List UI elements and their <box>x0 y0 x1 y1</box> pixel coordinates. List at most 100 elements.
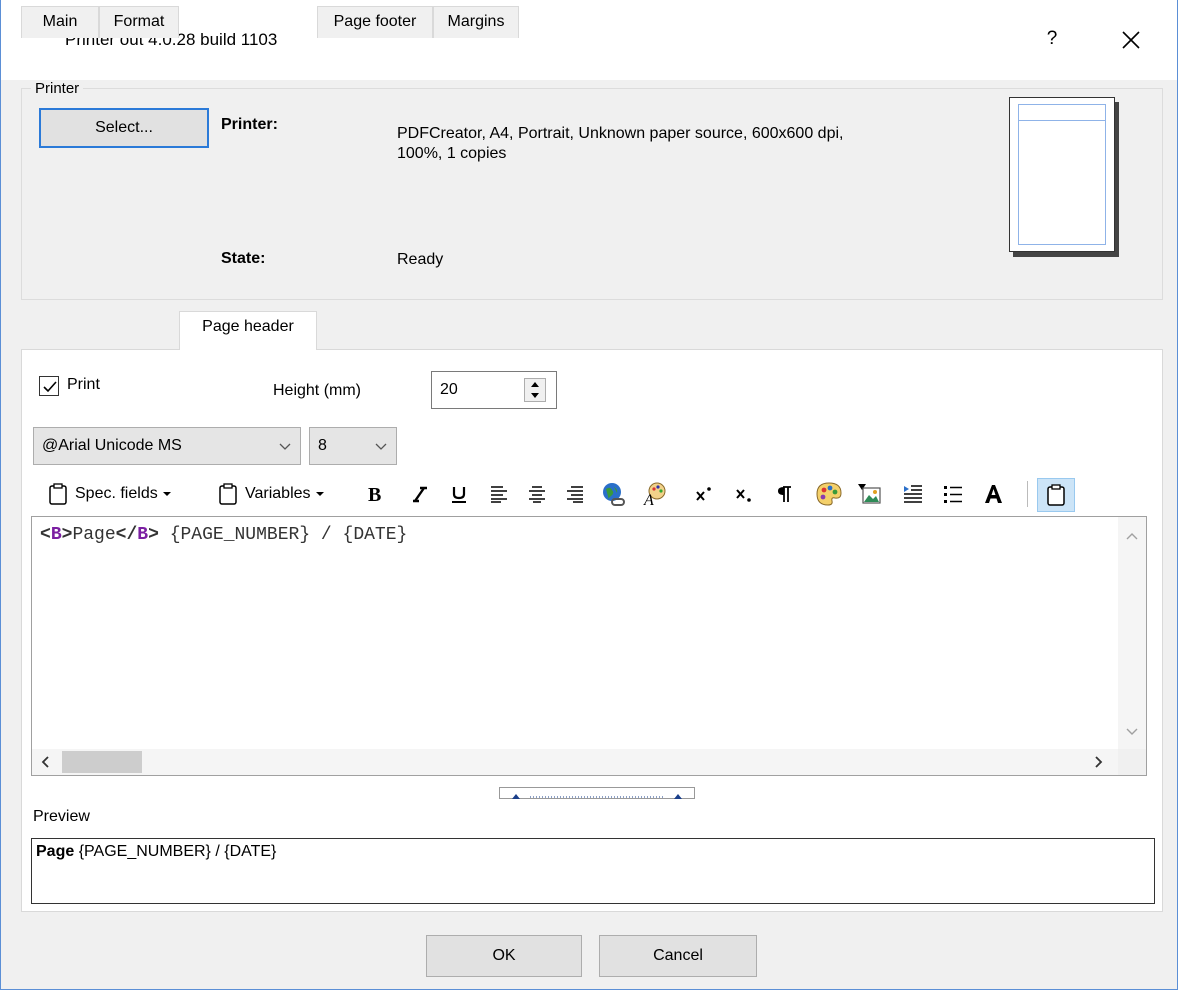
font-color-button[interactable]: A <box>641 480 669 508</box>
align-center-button[interactable] <box>523 480 551 508</box>
tag-open-name: B <box>50 525 62 545</box>
header-editor[interactable]: <B>Page</B> {PAGE_NUMBER} / {DATE} <box>31 516 1147 776</box>
bold-icon: B <box>368 484 381 505</box>
tag-open-lt: < <box>40 525 51 545</box>
dropdown-arrow-icon <box>315 492 324 496</box>
height-value: 20 <box>440 381 458 398</box>
height-stepper[interactable] <box>524 378 546 402</box>
font-name-value: @Arial Unicode MS <box>42 437 182 454</box>
insert-link-button[interactable] <box>599 480 627 508</box>
help-button[interactable]: ? <box>1037 24 1067 54</box>
page-header-line <box>1018 120 1106 121</box>
splitter-handle[interactable] <box>499 787 695 799</box>
editor-content[interactable]: <B>Page</B> {PAGE_NUMBER} / {DATE} <box>40 525 407 545</box>
italic-button[interactable] <box>405 480 433 508</box>
tab-page-header[interactable]: Page header <box>179 311 317 350</box>
subscript-button[interactable] <box>731 480 759 508</box>
insert-image-button[interactable] <box>855 480 883 508</box>
editor-vertical-scrollbar[interactable] <box>1118 517 1146 751</box>
printer-dialog: Printer out 4.0.28 build 1103 ? Printer … <box>0 0 1178 990</box>
variables-label: Variables <box>245 485 311 502</box>
svg-text:B: B <box>368 484 381 505</box>
tab-page-footer[interactable]: Page footer <box>317 6 433 38</box>
state-value: Ready <box>397 251 444 268</box>
tab-margins[interactable]: Margins <box>433 6 519 38</box>
tag-close-gt: > <box>148 525 159 545</box>
editor-rest: {PAGE_NUMBER} / {DATE} <box>158 525 408 545</box>
preview-box: Page {PAGE_NUMBER} / {DATE} <box>31 838 1155 904</box>
print-label: Print <box>67 376 100 393</box>
image-icon <box>858 484 881 504</box>
align-left-icon <box>491 486 507 503</box>
spec-fields-button[interactable]: Spec. fields <box>47 480 172 508</box>
splitter-arrows-icon <box>512 794 682 799</box>
underline-icon <box>452 487 466 503</box>
indent-icon <box>904 485 922 503</box>
tag-open-gt: > <box>61 525 73 545</box>
tag-close-name: B <box>137 525 149 545</box>
superscript-button[interactable] <box>691 480 719 508</box>
chevron-down-icon <box>279 443 291 450</box>
subscript-icon <box>736 489 751 502</box>
align-center-icon <box>529 486 545 503</box>
print-checkbox[interactable] <box>39 376 59 396</box>
align-left-button[interactable] <box>485 480 513 508</box>
editor-horizontal-scrollbar[interactable] <box>32 749 1146 775</box>
ok-button[interactable]: OK <box>426 935 582 977</box>
cancel-button[interactable]: Cancel <box>599 935 757 977</box>
close-icon <box>1122 31 1140 49</box>
check-icon <box>43 381 57 393</box>
bullet-list-button[interactable] <box>939 480 967 508</box>
superscript-icon <box>696 487 711 501</box>
italic-icon <box>413 486 427 503</box>
palette-icon <box>816 482 842 506</box>
scroll-right-icon[interactable] <box>1094 755 1104 769</box>
height-input[interactable]: 20 <box>431 371 557 409</box>
bold-button[interactable]: B <box>361 480 389 508</box>
pilcrow-icon <box>778 486 791 502</box>
scroll-left-icon[interactable] <box>40 755 50 769</box>
scroll-up-icon[interactable] <box>1125 531 1139 541</box>
tab-main[interactable]: Main <box>21 6 99 38</box>
preview-text: Page {PAGE_NUMBER} / {DATE} <box>36 843 276 861</box>
tag-close-lt: </ <box>115 525 138 545</box>
tab-format[interactable]: Format <box>99 6 179 38</box>
printer-value-line1: PDFCreator, A4, Portrait, Unknown paper … <box>397 125 844 142</box>
variables-button[interactable]: Variables <box>217 480 325 508</box>
font-size-select[interactable]: 8 <box>309 427 397 465</box>
printer-label: Printer: <box>221 116 278 133</box>
underline-button[interactable] <box>445 480 473 508</box>
horizontal-scroll-thumb[interactable] <box>62 751 142 773</box>
page-thumbnail <box>1009 97 1115 252</box>
indent-button[interactable] <box>899 480 927 508</box>
preview-label: Preview <box>33 808 90 825</box>
editor-word: Page <box>72 525 116 545</box>
font-button[interactable] <box>979 480 1007 508</box>
close-button[interactable] <box>1111 20 1151 60</box>
state-label: State: <box>221 250 266 267</box>
chevron-down-icon <box>375 443 387 450</box>
preview-rest-text: {PAGE_NUMBER} / {DATE} <box>74 843 277 860</box>
clipboard-button[interactable] <box>1037 478 1075 512</box>
align-right-button[interactable] <box>561 480 589 508</box>
clipboard-icon <box>49 483 67 505</box>
scrollbar-corner <box>1118 749 1146 775</box>
svg-text:A: A <box>643 492 654 507</box>
scroll-down-icon[interactable] <box>1125 727 1139 737</box>
paragraph-button[interactable] <box>771 480 799 508</box>
select-printer-button[interactable]: Select... <box>39 108 209 148</box>
spin-up-icon[interactable] <box>525 379 545 390</box>
font-size-value: 8 <box>318 437 327 454</box>
font-a-icon <box>985 485 1002 503</box>
printer-value-line2: 100%, 1 copies <box>397 145 507 162</box>
toolbar-separator <box>1027 481 1028 507</box>
clipboard-icon <box>219 483 237 505</box>
align-right-icon <box>567 486 583 503</box>
height-label: Height (mm) <box>273 382 362 399</box>
bullet-list-icon <box>944 486 962 503</box>
globe-link-icon <box>603 483 625 506</box>
dropdown-arrow-icon <box>162 492 171 496</box>
spin-down-icon[interactable] <box>525 390 545 401</box>
font-name-select[interactable]: @Arial Unicode MS <box>33 427 301 465</box>
background-color-button[interactable] <box>815 480 843 508</box>
